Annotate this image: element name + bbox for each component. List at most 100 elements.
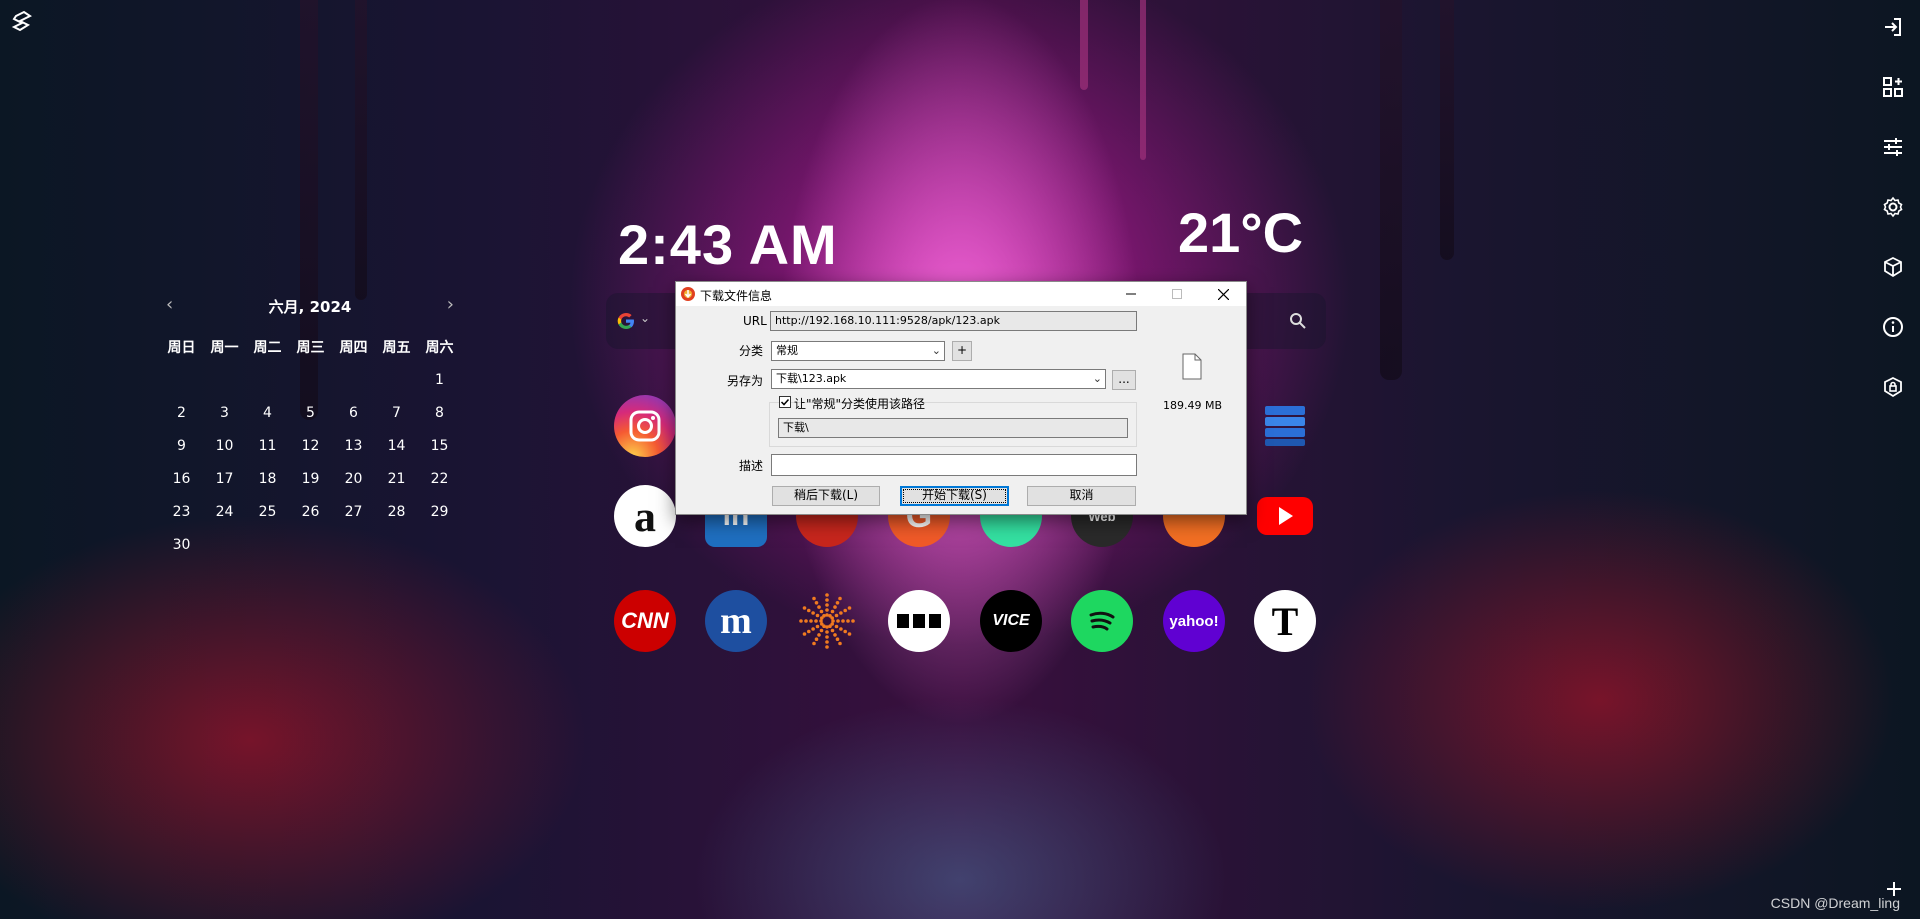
saveas-field[interactable]: 下载\123.apk ⌄ — [771, 369, 1106, 389]
info-button[interactable] — [1878, 312, 1908, 342]
calendar-empty-cell — [418, 528, 461, 561]
right-rail — [1878, 12, 1908, 432]
shortcut-youtube[interactable] — [1254, 485, 1316, 547]
calendar-day[interactable]: 20 — [332, 462, 375, 495]
shortcut-amazon[interactable]: a — [614, 485, 676, 547]
remember-path-checkbox[interactable] — [779, 396, 791, 408]
category-label: 分类 — [739, 344, 764, 358]
shortcut-cnn[interactable]: CNN — [614, 590, 676, 652]
chevron-down-icon: ⌄ — [1092, 372, 1102, 385]
calendar-day[interactable]: 3 — [203, 396, 246, 429]
description-label: 描述 — [739, 459, 764, 473]
calendar-day[interactable]: 1 — [418, 363, 461, 396]
minimize-button[interactable] — [1108, 282, 1154, 306]
widgets-button[interactable] — [1878, 72, 1908, 102]
calendar-day[interactable]: 25 — [246, 495, 289, 528]
adjust-button[interactable] — [1878, 132, 1908, 162]
file-icon — [1182, 353, 1202, 380]
calendar-empty-cell — [289, 363, 332, 396]
remember-path-label[interactable]: 让"常规"分类使用该路径 — [794, 395, 925, 412]
maximize-button[interactable] — [1154, 282, 1200, 306]
calendar-title: 六月, 2024 — [268, 298, 352, 316]
calendar-day[interactable]: 7 — [375, 396, 418, 429]
dialog-titlebar[interactable]: 下载文件信息 — [676, 282, 1246, 306]
stack-icon — [1265, 406, 1305, 446]
start-download-button[interactable]: 开始下载(S) — [900, 486, 1009, 506]
lock-button[interactable] — [1878, 372, 1908, 402]
calendar-empty-cell — [203, 528, 246, 561]
dialog-title: 下载文件信息 — [700, 289, 773, 303]
app-logo-icon[interactable] — [10, 10, 34, 34]
calendar-day[interactable]: 22 — [418, 462, 461, 495]
calendar-empty-cell — [332, 528, 375, 561]
widgets-icon — [1883, 77, 1903, 97]
calendar-day[interactable]: 4 — [246, 396, 289, 429]
m-icon: m — [720, 600, 752, 642]
add-category-button[interactable]: + — [952, 341, 972, 361]
calendar-day[interactable]: 13 — [332, 429, 375, 462]
cancel-button[interactable]: 取消 — [1027, 486, 1136, 506]
amazon-icon: a — [634, 491, 656, 541]
calendar-weekday: 周五 — [382, 339, 411, 356]
file-size: 189.49 MB — [1163, 399, 1223, 412]
calendar-grid: 周日 周一 周二 周三 周四 周五 周六 1 2 3 4 5 6 7 8 9 10 11 12 13 14 15 16 17 1… — [160, 330, 460, 561]
settings-button[interactable] — [1878, 192, 1908, 222]
close-button[interactable] — [1200, 282, 1246, 306]
calendar-day[interactable]: 29 — [418, 495, 461, 528]
calendar-next-icon[interactable]: › — [447, 294, 454, 315]
calendar-day[interactable]: 26 — [289, 495, 332, 528]
shortcut-nyt[interactable]: T — [1254, 590, 1316, 652]
calendar-day[interactable]: 24 — [203, 495, 246, 528]
shortcut-instagram[interactable] — [614, 395, 676, 457]
calendar-day[interactable]: 21 — [375, 462, 418, 495]
calendar-day[interactable]: 18 — [246, 462, 289, 495]
calendar-day[interactable]: 27 — [332, 495, 375, 528]
sliders-icon — [1884, 138, 1902, 156]
calendar-day[interactable]: 10 — [203, 429, 246, 462]
shortcut-spotify[interactable] — [1071, 590, 1133, 652]
youtube-icon — [1257, 497, 1313, 535]
calendar-empty-cell — [246, 363, 289, 396]
browse-button[interactable]: ... — [1112, 370, 1136, 390]
calendar-day[interactable]: 8 — [418, 396, 461, 429]
checkmark-icon — [780, 398, 790, 406]
calendar-day[interactable]: 12 — [289, 429, 332, 462]
spotify-icon — [1089, 611, 1115, 631]
login-button[interactable] — [1878, 12, 1908, 42]
shortcut-m[interactable]: m — [705, 590, 767, 652]
category-select[interactable]: 常规 ⌄ — [771, 341, 945, 361]
calendar-day[interactable]: 5 — [289, 396, 332, 429]
shortcut-dots[interactable] — [796, 590, 858, 652]
calendar-empty-cell — [375, 528, 418, 561]
calendar-empty-cell — [289, 528, 332, 561]
search-icon[interactable] — [1288, 311, 1308, 331]
calendar-day[interactable]: 15 — [418, 429, 461, 462]
calendar-day[interactable]: 30 — [160, 528, 203, 561]
url-field[interactable]: http://192.168.10.111:9528/apk/123.apk — [770, 311, 1137, 331]
box-button[interactable] — [1878, 252, 1908, 282]
calendar-day[interactable]: 2 — [160, 396, 203, 429]
calendar-day[interactable]: 17 — [203, 462, 246, 495]
url-label: URL — [743, 314, 767, 328]
shortcut-vice[interactable]: VICE — [980, 590, 1042, 652]
calendar-day[interactable]: 19 — [289, 462, 332, 495]
google-icon[interactable] — [616, 311, 636, 331]
description-field[interactable] — [771, 454, 1137, 476]
shortcut-yahoo[interactable]: yahoo! — [1163, 590, 1225, 652]
shortcut-stack[interactable] — [1254, 395, 1316, 457]
calendar-weekday: 周日 — [167, 339, 196, 356]
calendar-day[interactable]: 28 — [375, 495, 418, 528]
shortcut-more[interactable] — [888, 590, 950, 652]
engine-caret-icon[interactable]: ⌄ — [640, 311, 650, 325]
calendar-weekday: 周六 — [425, 339, 454, 356]
box-icon — [1884, 256, 1902, 278]
download-later-button[interactable]: 稍后下载(L) — [772, 486, 880, 506]
calendar-day[interactable]: 6 — [332, 396, 375, 429]
calendar-day[interactable]: 9 — [160, 429, 203, 462]
calendar-empty-cell — [246, 528, 289, 561]
calendar-day[interactable]: 14 — [375, 429, 418, 462]
nyt-icon: T — [1271, 598, 1299, 644]
calendar-day[interactable]: 11 — [246, 429, 289, 462]
calendar-day[interactable]: 23 — [160, 495, 203, 528]
calendar-day[interactable]: 16 — [160, 462, 203, 495]
